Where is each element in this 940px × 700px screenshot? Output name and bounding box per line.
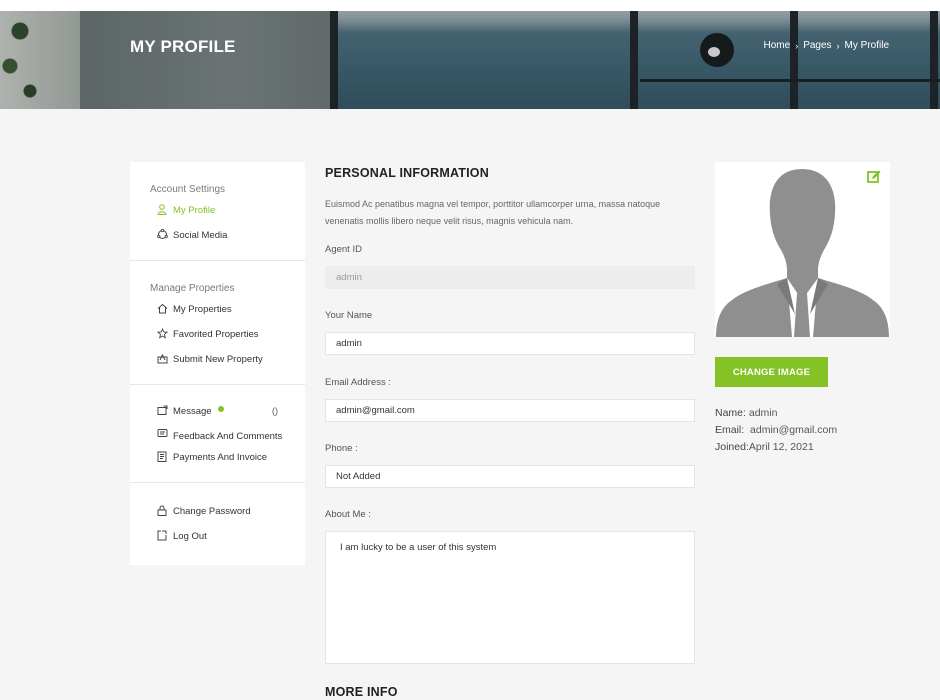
breadcrumb-current: My Profile [844, 40, 889, 51]
sidebar-heading: Account Settings [150, 184, 226, 195]
feedback-icon [156, 428, 168, 445]
sidebar-item-label: My Properties [173, 304, 232, 315]
sidebar-section-properties: Manage Properties My Properties Favorite… [130, 261, 305, 385]
sidebar-heading: Manage Properties [150, 283, 235, 294]
sidebar-item-label: Favorited Properties [173, 329, 259, 340]
sidebar-item-change-password[interactable]: Change Password [150, 505, 305, 520]
sidebar-item-feedback[interactable]: Feedback And Comments [150, 428, 305, 445]
email-label: Email Address : [325, 377, 391, 388]
profile-joined-row: Joined:April 12, 2021 [715, 439, 837, 456]
sidebar: Account Settings My Profile Social Media… [130, 162, 305, 565]
agent-id-field: admin [325, 266, 695, 289]
email-value: admin@gmail.com [750, 424, 838, 436]
name-label: Your Name [325, 310, 373, 321]
sidebar-item-payments[interactable]: Payments And Invoice [150, 451, 305, 466]
more-info-title: MORE INFO [325, 685, 398, 699]
logout-icon [156, 530, 168, 545]
sidebar-section-account: Account Settings My Profile Social Media [130, 162, 305, 261]
chevron-right-icon: › [795, 40, 799, 51]
home-icon [156, 303, 168, 318]
unread-indicator [217, 406, 224, 412]
sidebar-item-social-media[interactable]: Social Media [150, 228, 305, 244]
upload-icon [156, 353, 168, 368]
joined-value: April 12, 2021 [748, 441, 814, 453]
chevron-right-icon: › [836, 40, 840, 51]
name-field[interactable]: admin [325, 332, 695, 355]
email-field[interactable]: admin@gmail.com [325, 399, 695, 422]
name-value: admin [748, 407, 778, 419]
sidebar-item-label: Submit New Property [173, 354, 263, 365]
share-icon [156, 228, 168, 244]
email-key: Email: [715, 424, 745, 436]
avatar [715, 162, 890, 337]
phone-label: Phone : [325, 443, 358, 454]
sidebar-item-submit-property[interactable]: Submit New Property [150, 353, 305, 368]
breadcrumb: Home › Pages › My Profile [764, 40, 890, 51]
profile-email-row: Email: admin@gmail.com [715, 422, 837, 439]
banner-overlay [0, 11, 940, 109]
sidebar-item-message[interactable]: Message () [150, 405, 305, 420]
phone-field[interactable]: Not Added [325, 465, 695, 488]
sidebar-item-label: Feedback And Comments [173, 431, 283, 442]
about-textarea[interactable]: I am lucky to be a user of this system [325, 531, 695, 664]
avatar-placeholder-icon [715, 162, 890, 337]
invoice-icon [156, 451, 168, 466]
sidebar-section-account-actions: Change Password Log Out [130, 483, 305, 565]
user-icon [156, 204, 168, 219]
sidebar-item-label: Log Out [173, 531, 207, 542]
edit-icon[interactable] [867, 170, 881, 184]
about-label: About Me : [325, 509, 371, 520]
change-image-button[interactable]: CHANGE IMAGE [715, 357, 828, 387]
lock-icon [156, 505, 168, 520]
star-icon [156, 327, 168, 343]
sidebar-item-label: Payments And Invoice [173, 452, 267, 463]
profile-name-row: Name: admin [715, 405, 837, 422]
profile-summary: Name: admin Email: admin@gmail.com Joine… [715, 405, 837, 456]
sidebar-item-label: Message [173, 406, 212, 417]
message-count: () [272, 406, 278, 416]
top-strip [0, 0, 940, 11]
sidebar-item-label: Change Password [173, 506, 251, 517]
message-icon [156, 405, 168, 420]
sidebar-item-my-profile[interactable]: My Profile [150, 204, 305, 219]
page-title: MY PROFILE [130, 37, 236, 56]
sidebar-section-messages: Message () Feedback And Comments Payment… [130, 385, 305, 483]
breadcrumb-pages[interactable]: Pages [803, 40, 831, 51]
section-title: PERSONAL INFORMATION [325, 166, 489, 180]
personal-information-form: PERSONAL INFORMATION Euismod Ac penatibu… [325, 166, 695, 664]
intro-text: Euismod Ac penatibus magna vel tempor, p… [325, 199, 661, 226]
header-banner [0, 11, 940, 109]
sidebar-item-favorited-properties[interactable]: Favorited Properties [150, 327, 305, 343]
sidebar-item-log-out[interactable]: Log Out [150, 530, 305, 545]
name-key: Name: [715, 407, 746, 419]
agent-id-label: Agent ID [325, 244, 362, 255]
sidebar-item-label: My Profile [173, 205, 216, 216]
joined-key: Joined: [715, 441, 749, 453]
sidebar-item-label: Social Media [173, 230, 228, 241]
breadcrumb-home[interactable]: Home [764, 40, 791, 51]
sidebar-item-my-properties[interactable]: My Properties [150, 303, 305, 318]
